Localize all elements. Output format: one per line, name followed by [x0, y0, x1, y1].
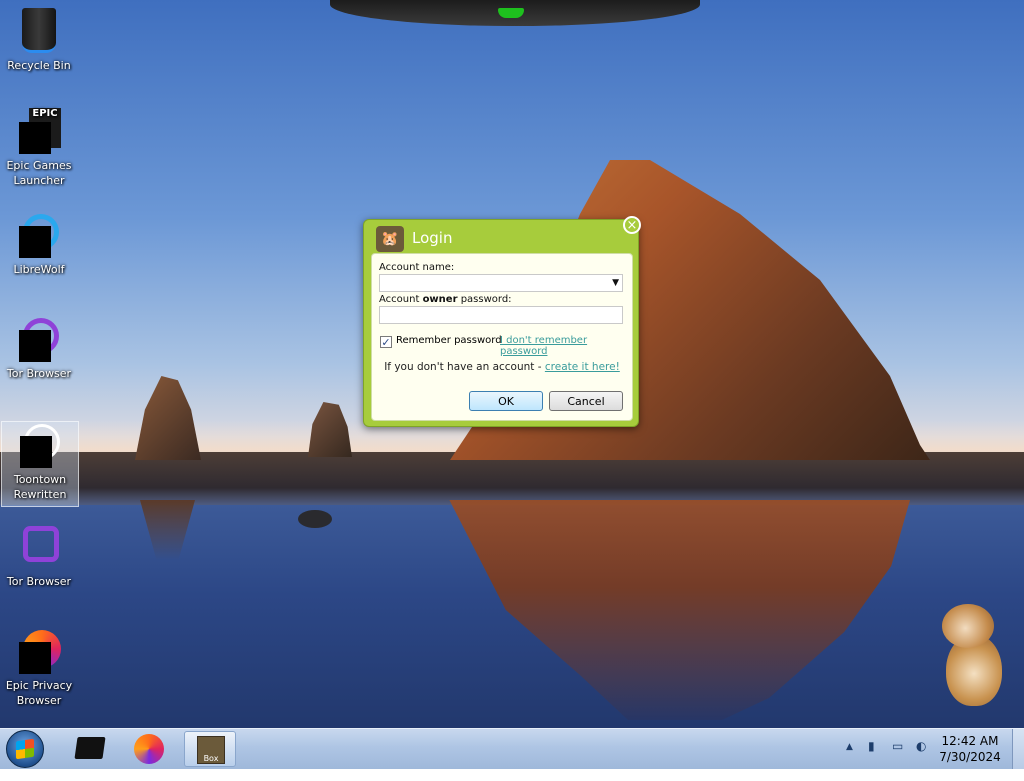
taskbar-epic-privacy-browser[interactable]: [124, 731, 176, 767]
desktop-icon-label: Epic Games Launcher: [6, 159, 72, 187]
forgot-password-link[interactable]: I don't remember password: [500, 335, 632, 357]
close-button[interactable]: ×: [623, 216, 641, 234]
desktop-icon-tor-browser[interactable]: Tor Browser: [1, 316, 77, 381]
no-account-text: If you don't have an account - create it…: [372, 361, 632, 373]
app-logo-icon: 🐹: [376, 226, 404, 252]
desktop-icon-recycle-bin[interactable]: Recycle Bin: [1, 4, 77, 73]
clock-time: 12:42 AM: [941, 734, 999, 748]
shortcut-overlay-icon: [20, 436, 52, 468]
desktop-icon-label: Toontown Rewritten: [13, 473, 67, 501]
network-icon[interactable]: ▭: [892, 739, 903, 753]
taskbar: Box ▲ ▮ ▭ ◐ 12:42 AM 7/30/2024: [0, 728, 1024, 769]
no-account-prefix: If you don't have an account -: [384, 361, 545, 373]
dropdown-arrow-icon[interactable]: ▼: [612, 278, 619, 288]
create-account-link[interactable]: create it here!: [545, 361, 620, 373]
recycle-bin-icon: [22, 8, 56, 53]
epic-tile-text: EPIC: [32, 108, 58, 119]
cancel-button[interactable]: Cancel: [549, 391, 623, 411]
volume-icon[interactable]: ◐: [916, 739, 926, 753]
shortcut-overlay-icon: [19, 330, 51, 362]
tor-browser-icon: [23, 526, 59, 562]
dock-indicator-icon[interactable]: [498, 8, 524, 18]
hamster-desktop-pet[interactable]: [940, 604, 1008, 708]
desktop-icon-label: Epic Privacy Browser: [5, 679, 73, 707]
sea-stack-middle: [308, 402, 352, 457]
shortcut-overlay-icon: [19, 122, 51, 154]
bluetooth-icon[interactable]: ▮: [868, 739, 875, 753]
shortcut-overlay-icon: [19, 226, 51, 258]
beach-rock: [298, 510, 332, 528]
epic-games-icon: [74, 737, 106, 759]
box-app-label: Box: [203, 754, 219, 763]
clock-date: 7/30/2024: [939, 750, 1001, 764]
desktop-icon-label: Tor Browser: [6, 367, 72, 380]
show-desktop-button[interactable]: [1012, 729, 1024, 769]
windows-logo-icon: [16, 738, 34, 760]
taskbar-box-app[interactable]: Box: [184, 731, 236, 767]
desktop-icon-tor-browser-2[interactable]: Tor Browser: [1, 524, 77, 589]
dialog-body: Account name: ▼ Account owner password: …: [371, 253, 633, 421]
dialog-title: Login: [412, 229, 453, 247]
desktop-icon-epic-privacy-browser[interactable]: Epic Privacy Browser: [1, 628, 77, 708]
desktop-icon-label: LibreWolf: [13, 263, 65, 276]
shortcut-overlay-icon: [19, 642, 51, 674]
password-field[interactable]: [379, 306, 623, 324]
remember-password-checkbox[interactable]: ✓: [380, 336, 392, 348]
login-dialog: 🐹 Login × Account name: ▼ Account owner …: [363, 216, 641, 427]
show-hidden-icons-button[interactable]: ▲: [846, 742, 853, 752]
password-label-bold: owner: [422, 294, 458, 305]
desktop-icon-toontown[interactable]: Toontown Rewritten: [1, 421, 79, 507]
hamster-head: [942, 604, 994, 648]
desktop-icon-librewolf[interactable]: LibreWolf: [1, 212, 77, 277]
box-app-icon: Box: [197, 736, 225, 764]
remember-password-label[interactable]: Remember password: [396, 335, 502, 346]
start-button[interactable]: [6, 730, 44, 768]
system-clock[interactable]: 12:42 AM 7/30/2024: [930, 733, 1010, 765]
account-name-combobox[interactable]: ▼: [379, 274, 623, 292]
desktop-icon-label: Tor Browser: [6, 575, 72, 588]
account-name-label: Account name:: [379, 262, 455, 273]
password-label-prefix: Account: [379, 294, 423, 305]
desktop-icon-label: Recycle Bin: [7, 59, 71, 72]
password-label-suffix: password:: [457, 294, 512, 305]
ok-button[interactable]: OK: [469, 391, 543, 411]
sea-stack-left: [135, 376, 201, 460]
desktop-icon-epic-games[interactable]: EPIC Epic Games Launcher: [1, 108, 77, 188]
password-label: Account owner password:: [379, 294, 512, 305]
taskbar-epic-games-launcher[interactable]: [62, 731, 114, 767]
epic-privacy-browser-icon: [134, 734, 164, 764]
